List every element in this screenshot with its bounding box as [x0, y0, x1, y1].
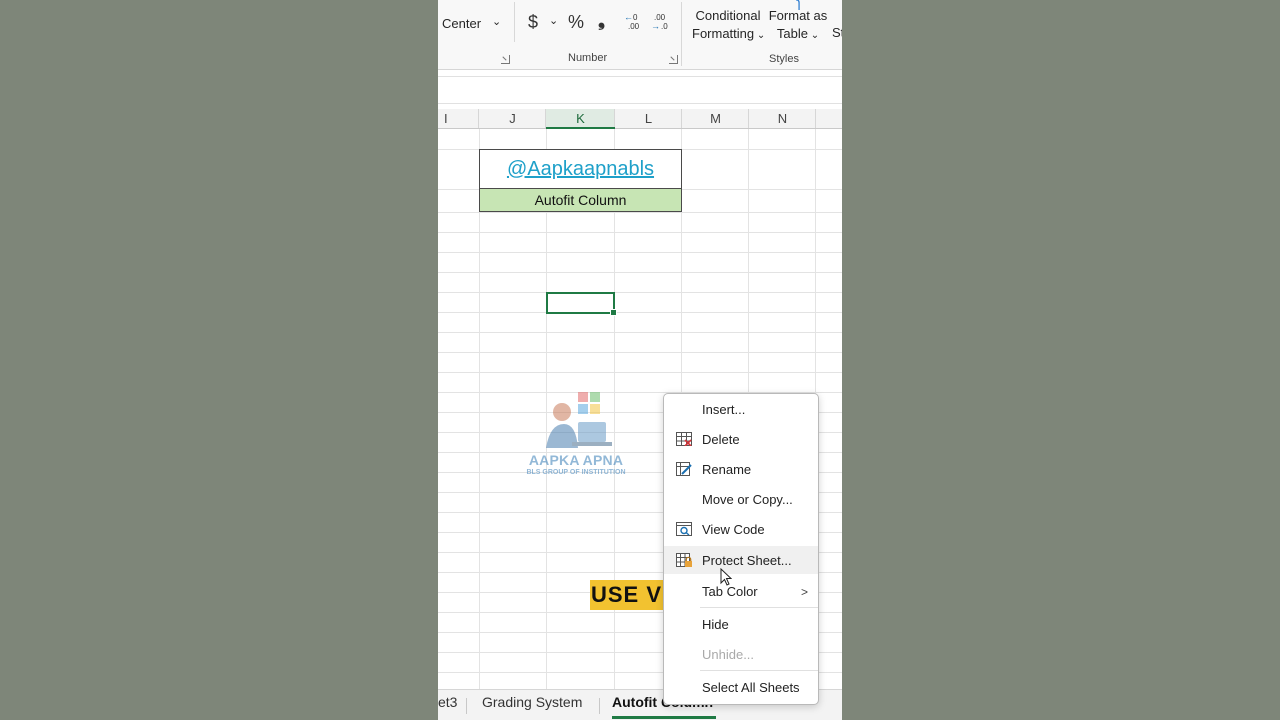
chevron-right-icon: > [800, 585, 808, 599]
menu-item-select-all-sheets[interactable]: Select All Sheets [664, 673, 818, 701]
percent-style-button[interactable]: % [568, 12, 584, 33]
ribbon: Center ⌄ $ ⌄ % ❟ ← 0 .00 .00 → .0 Number… [438, 0, 842, 70]
number-group-label: Number [568, 52, 608, 64]
menu-separator [700, 670, 818, 671]
column-header-k[interactable]: K [546, 109, 615, 129]
menu-item-label: Rename [702, 461, 752, 477]
menu-item-insert[interactable]: Insert... [664, 395, 818, 423]
video-pillar-left [0, 0, 438, 720]
menu-item-label: Select All Sheets [702, 679, 800, 695]
format-as-table-line1: Format as [768, 8, 828, 23]
menu-item-hide[interactable]: Hide [664, 610, 818, 638]
mouse-pointer-icon [720, 568, 732, 586]
menu-item-label: Insert... [702, 401, 746, 417]
styles-icon: ɿ [796, 0, 801, 10]
watermark-logo: AAPKA APNA BLS GROUP OF INSTITUTION [516, 388, 636, 483]
number-dialog-launcher-icon[interactable] [669, 55, 678, 64]
ribbon-divider [514, 2, 515, 42]
watermark-brand: AAPKA APNA [528, 452, 624, 468]
formula-bar[interactable] [438, 76, 842, 104]
conditional-formatting-line1: Conditional [695, 8, 761, 23]
increase-decimal-icon[interactable]: ← 0 .00 [624, 12, 644, 30]
protect-sheet-icon [676, 553, 692, 567]
active-tab-indicator [612, 716, 716, 719]
sheet-tab-sheet3[interactable]: et3 [438, 694, 457, 710]
column-header-n[interactable]: N [749, 109, 816, 129]
styles-group-label: Styles [769, 53, 799, 65]
column-header-l[interactable]: L [615, 109, 682, 129]
chevron-down-icon: ⌄ [754, 30, 766, 41]
menu-item-label: Unhide... [702, 646, 755, 662]
format-as-table-line2: Table [776, 26, 808, 41]
column-header-label: J [509, 111, 516, 126]
column-header-i[interactable]: I [438, 109, 479, 129]
menu-separator [700, 607, 818, 608]
menu-item-tab-color[interactable]: Tab Color > [664, 577, 818, 605]
chevron-down-icon[interactable]: ⌄ [492, 15, 501, 28]
delete-sheet-icon [676, 432, 692, 446]
menu-item-move-or-copy[interactable]: Move or Copy... [664, 485, 818, 513]
menu-item-label: Protect Sheet... [702, 552, 792, 568]
sheet-tab-grading-system[interactable]: Grading System [482, 694, 582, 710]
video-pillar-right [842, 0, 1280, 720]
menu-item-view-code[interactable]: View Code [664, 515, 818, 543]
rename-sheet-icon [676, 462, 692, 476]
svg-text:←: ← [624, 12, 633, 22]
fill-handle[interactable] [610, 309, 617, 316]
menu-item-delete[interactable]: Delete [664, 425, 818, 453]
menu-item-label: Hide [702, 616, 729, 632]
ribbon-border [438, 69, 842, 70]
ribbon-divider [681, 2, 682, 66]
menu-item-label: Delete [702, 431, 740, 447]
conditional-formatting-line2: Formatting [692, 26, 755, 41]
svg-text:→: → [651, 21, 660, 30]
subtitle-cell[interactable]: Autofit Column [479, 189, 682, 212]
currency-format-button[interactable]: $ [528, 12, 538, 33]
chevron-down-icon: ⌄ [807, 30, 820, 41]
svg-text:.0: .0 [661, 22, 668, 30]
format-as-table-button[interactable]: Format as Table ⌄ [768, 8, 828, 41]
chevron-down-icon[interactable]: ⌄ [549, 14, 558, 27]
merge-center-button[interactable]: Center [442, 16, 481, 31]
channel-link[interactable]: @Aapkaapnabls [507, 158, 654, 181]
decrease-decimal-icon[interactable]: .00 → .0 [651, 12, 673, 30]
excel-window: Center ⌄ $ ⌄ % ❟ ← 0 .00 .00 → .0 Number… [438, 0, 842, 720]
column-header-label: K [576, 110, 585, 126]
alignment-dialog-launcher-icon[interactable] [501, 55, 510, 64]
person-laptop-icon [546, 392, 612, 448]
view-code-icon [676, 522, 692, 536]
cell-styles-button[interactable]: St [832, 25, 842, 40]
watermark-subtitle: BLS GROUP OF INSTITUTION [526, 469, 626, 476]
menu-item-protect-sheet[interactable]: Protect Sheet... [664, 546, 818, 574]
menu-item-unhide: Unhide... [664, 640, 818, 668]
column-header-label: I [444, 111, 448, 126]
column-header-label: L [644, 111, 653, 126]
column-header-label: M [710, 111, 721, 126]
comma-style-button[interactable]: ❟ [598, 10, 605, 31]
column-header-o[interactable] [816, 109, 842, 129]
column-header-m[interactable]: M [682, 109, 749, 129]
svg-text:.00: .00 [628, 22, 640, 30]
selected-cell[interactable] [546, 292, 617, 316]
conditional-formatting-button[interactable]: Conditional Formatting ⌄ [692, 8, 766, 41]
title-cell[interactable]: @Aapkaapnabls [479, 149, 682, 189]
column-header-label: N [777, 111, 788, 126]
menu-item-label: View Code [702, 521, 765, 537]
sheet-tab-context-menu: Insert... Delete Rename Move or Copy... … [663, 393, 819, 705]
menu-item-rename[interactable]: Rename [664, 455, 818, 483]
menu-item-label: Move or Copy... [702, 491, 793, 507]
svg-text:0: 0 [633, 13, 638, 22]
column-header-j[interactable]: J [479, 109, 546, 129]
